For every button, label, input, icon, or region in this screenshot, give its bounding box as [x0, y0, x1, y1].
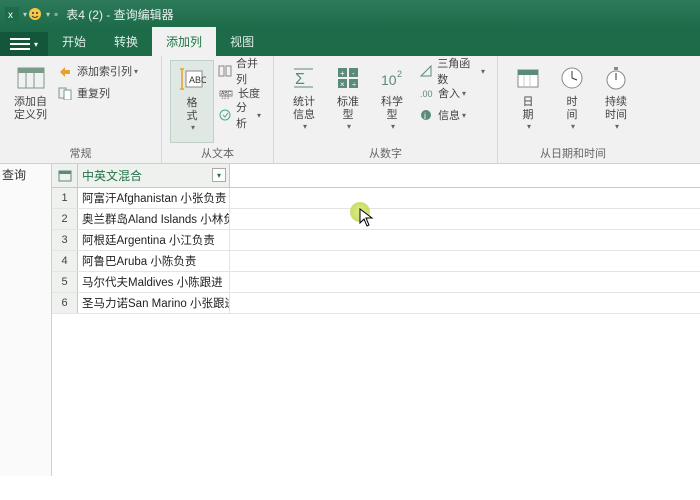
trig-button[interactable]: 三角函数▾: [414, 60, 489, 82]
group-label-text: 从文本: [170, 143, 265, 161]
filter-dropdown-icon[interactable]: ▾: [212, 168, 226, 182]
cell[interactable]: 马尔代夫Maldives 小陈跟进: [78, 272, 230, 292]
svg-text:i: i: [424, 111, 426, 121]
table-row[interactable]: 4阿鲁巴Aruba 小陈负责: [52, 251, 700, 272]
svg-text:.00: .00: [420, 89, 433, 99]
info-icon: i: [418, 107, 434, 123]
trig-icon: [418, 63, 433, 79]
clock-icon: [556, 62, 588, 94]
merge-icon: [218, 63, 232, 79]
svg-text:2: 2: [397, 69, 402, 79]
table-row[interactable]: 6圣马力诺San Marino 小张跟进: [52, 293, 700, 314]
add-custom-column-button[interactable]: 添加自 定义列: [8, 60, 53, 143]
content-area: 查询 中英文混合 ▾ 1阿富汗Afghanistan 小张负责2奥兰群岛Alan…: [0, 164, 700, 476]
emoji-icon: [27, 6, 43, 22]
statistics-button[interactable]: Σ 统计 信息▾: [282, 60, 326, 143]
svg-text:123: 123: [221, 95, 230, 100]
sigma-icon: Σ: [288, 62, 320, 94]
title-bar: x ▾ ▾ ▪ 表4 (2) - 查询编辑器: [0, 0, 700, 28]
cell[interactable]: 阿鲁巴Aruba 小陈负责: [78, 251, 230, 271]
format-button[interactable]: ABC 格 式 ▾: [170, 60, 214, 143]
table-corner[interactable]: [52, 164, 78, 187]
qat-dropdown-icon-2[interactable]: ▾: [46, 10, 50, 19]
cell[interactable]: 圣马力诺San Marino 小张跟进: [78, 293, 230, 313]
ribbon: 添加自 定义列 添加索引列▾ 重复列 常规 ABC 格 式: [0, 56, 700, 164]
tab-view[interactable]: 视图: [216, 27, 268, 56]
svg-text:10: 10: [381, 72, 397, 88]
group-label-number: 从数字: [282, 143, 489, 161]
stopwatch-icon: [600, 62, 632, 94]
cell[interactable]: 阿富汗Afghanistan 小张负责: [78, 188, 230, 208]
scientific-icon: 102: [376, 62, 408, 94]
window-title: 表4 (2) - 查询编辑器: [66, 6, 173, 23]
cell[interactable]: 阿根廷Argentina 小江负责: [78, 230, 230, 250]
merge-columns-button[interactable]: 合并列: [214, 60, 265, 82]
svg-text:×: ×: [340, 80, 345, 89]
standard-button[interactable]: +-×÷ 标准 型▾: [326, 60, 370, 143]
file-menu-button[interactable]: ▾: [0, 32, 48, 56]
scientific-button[interactable]: 102 科学 型▾: [370, 60, 414, 143]
date-button[interactable]: 日 期▾: [506, 60, 550, 143]
row-number[interactable]: 6: [52, 293, 78, 313]
group-label-datetime: 从日期和时间: [506, 143, 640, 161]
row-number[interactable]: 2: [52, 209, 78, 229]
table-row[interactable]: 3阿根廷Argentina 小江负责: [52, 230, 700, 251]
row-number[interactable]: 4: [52, 251, 78, 271]
cell[interactable]: 奥兰群岛Aland Islands 小林负: [78, 209, 230, 229]
svg-text:÷: ÷: [352, 80, 357, 89]
tab-home[interactable]: 开始: [48, 27, 100, 56]
column-header[interactable]: 中英文混合 ▾: [78, 164, 230, 187]
info-button[interactable]: i 信息▾: [414, 104, 489, 126]
svg-text:-: -: [352, 69, 355, 78]
ribbon-tabs: ▾ 开始 转换 添加列 视图: [0, 28, 700, 56]
table-icon: [15, 62, 47, 94]
tab-add-column[interactable]: 添加列: [152, 27, 216, 56]
group-label-general: 常规: [8, 143, 153, 161]
queries-pane[interactable]: 查询: [0, 164, 52, 476]
excel-icon: x: [4, 6, 20, 22]
parse-button[interactable]: 分析▾: [214, 104, 265, 126]
data-grid[interactable]: 中英文混合 ▾ 1阿富汗Afghanistan 小张负责2奥兰群岛Aland I…: [52, 164, 700, 476]
round-icon: .00: [418, 85, 434, 101]
file-menu-icon: [10, 38, 30, 50]
index-icon: [57, 63, 73, 79]
format-icon: ABC: [176, 63, 208, 95]
svg-text:Σ: Σ: [295, 71, 305, 88]
row-number[interactable]: 3: [52, 230, 78, 250]
standard-icon: +-× ÷: [332, 62, 364, 94]
table-row[interactable]: 2奥兰群岛Aland Islands 小林负: [52, 209, 700, 230]
duration-button[interactable]: 持续 时间▾: [594, 60, 638, 143]
table-row[interactable]: 1阿富汗Afghanistan 小张负责: [52, 188, 700, 209]
parse-icon: [218, 107, 232, 123]
row-number[interactable]: 1: [52, 188, 78, 208]
row-number[interactable]: 5: [52, 272, 78, 292]
time-button[interactable]: 时 间▾: [550, 60, 594, 143]
svg-text:ABC: ABC: [189, 75, 206, 85]
tab-transform[interactable]: 转换: [100, 27, 152, 56]
length-icon: ABC123: [218, 85, 234, 101]
table-row[interactable]: 5马尔代夫Maldives 小陈跟进: [52, 272, 700, 293]
duplicate-icon: [57, 85, 73, 101]
svg-text:+: +: [340, 69, 345, 78]
add-index-column-button[interactable]: 添加索引列▾: [53, 60, 142, 82]
table-icon: [58, 169, 72, 183]
duplicate-column-button[interactable]: 重复列: [53, 82, 142, 104]
calendar-icon: [512, 62, 544, 94]
svg-text:x: x: [8, 10, 13, 21]
